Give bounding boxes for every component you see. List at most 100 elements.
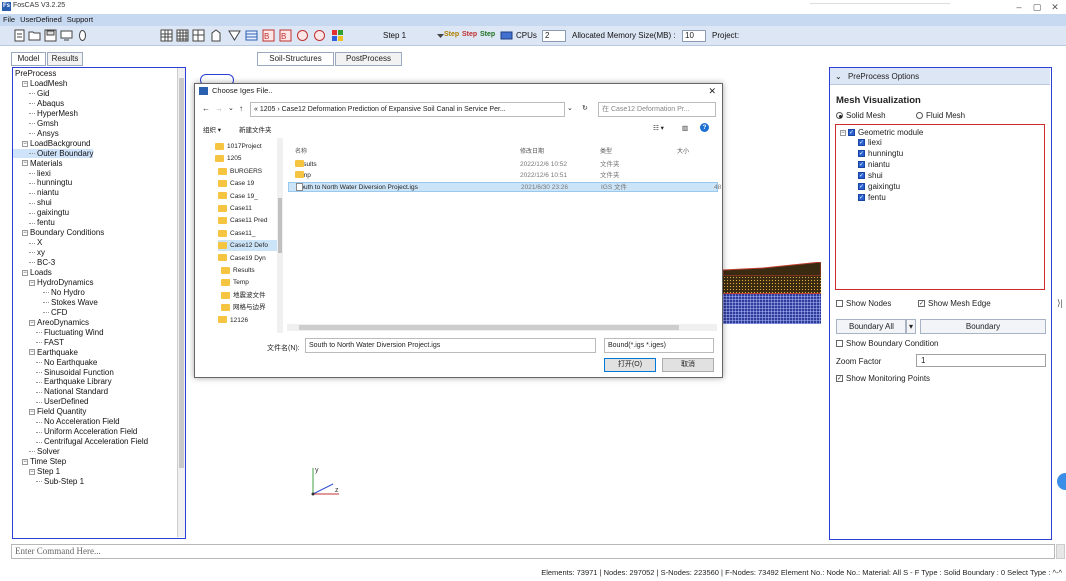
tree-item[interactable]: − Boundary Conditions xyxy=(13,228,104,237)
load-filter-icon[interactable] xyxy=(228,29,241,42)
save-icon[interactable] xyxy=(44,29,57,42)
tree-item[interactable]: − LoadMesh xyxy=(13,79,67,88)
tree-collapse-icon[interactable]: − xyxy=(22,140,28,147)
boundary-button[interactable]: Boundary xyxy=(920,319,1046,334)
show-boundary-condition-checkbox[interactable]: Show Boundary Condition xyxy=(836,339,939,348)
nav-folder-item[interactable]: Case11 xyxy=(218,203,281,214)
open-button[interactable]: 打开(O) xyxy=(604,358,656,372)
tree-item[interactable]: liexi xyxy=(13,169,51,178)
nav-folder-item[interactable]: 1017Project xyxy=(215,141,281,152)
step-button-1[interactable]: Step xyxy=(444,31,459,38)
load-2-icon[interactable] xyxy=(313,29,326,42)
side-assist-icon[interactable] xyxy=(1057,473,1066,490)
tree-item[interactable]: Centrifugal Acceleration Field xyxy=(13,437,148,446)
tab-postprocess[interactable]: PostProcess xyxy=(335,52,402,66)
load-icon[interactable] xyxy=(296,29,309,42)
geometric-material-item[interactable]: ✓ shui xyxy=(858,171,883,180)
solid-mesh-radio[interactable]: Solid Mesh xyxy=(836,111,886,120)
refresh-icon[interactable]: ↻ xyxy=(582,104,588,112)
checkbox-checked-icon[interactable]: ✓ xyxy=(858,194,865,202)
tree-item[interactable]: Gmsh xyxy=(13,119,58,128)
tree-collapse-icon[interactable]: − xyxy=(29,468,35,475)
tree-item[interactable]: Fluctuating Wind xyxy=(13,328,104,337)
tree-item[interactable]: niantu xyxy=(13,188,59,197)
geometric-material-item[interactable]: ✓ liexi xyxy=(858,138,882,147)
tree-collapse-icon[interactable]: − xyxy=(29,349,35,356)
up-arrow-icon[interactable]: ↑ xyxy=(239,104,243,113)
tree-item[interactable]: hunningtu xyxy=(13,178,72,187)
menu-support[interactable]: Support xyxy=(64,14,95,26)
tree-item[interactable]: National Standard xyxy=(13,387,108,396)
nav-folder-item[interactable]: Case 19 xyxy=(218,178,281,189)
boundary-condition-icon[interactable]: B xyxy=(262,29,275,42)
menu-file[interactable]: File xyxy=(0,14,17,26)
cancel-button[interactable]: 取消 xyxy=(662,358,714,372)
file-row[interactable]: Temp 2022/12/6 10:51 文件夹 xyxy=(288,171,718,181)
tree-item[interactable]: Earthquake Library xyxy=(13,377,112,386)
tree-item[interactable]: BC-3 xyxy=(13,258,55,267)
nav-folder-item[interactable]: BURGERS xyxy=(218,166,281,177)
tree-item[interactable]: Ansys xyxy=(13,129,59,138)
tree-item[interactable]: HyperMesh xyxy=(13,109,78,118)
tree-item[interactable]: Uniform Acceleration Field xyxy=(13,427,137,436)
file-list-hscrollbar-thumb[interactable] xyxy=(299,325,679,330)
show-monitoring-points-checkbox[interactable]: ✓ Show Monitoring Points xyxy=(836,374,930,383)
geometric-material-item[interactable]: ✓ niantu xyxy=(858,160,890,169)
tree-item[interactable]: Outer Boundary xyxy=(13,148,94,158)
tree-collapse-icon[interactable]: − xyxy=(22,230,28,237)
back-arrow-icon[interactable]: ← xyxy=(202,104,210,113)
tree-item[interactable]: No Earthquake xyxy=(13,358,97,367)
tree-item[interactable]: Sinusoidal Function xyxy=(13,368,114,377)
tree-item[interactable]: shui xyxy=(13,198,52,207)
collapse-chevron-icon[interactable]: ⌄ xyxy=(835,72,842,81)
checkbox-checked-icon[interactable]: ✓ xyxy=(858,183,865,191)
nav-folder-item[interactable]: Case19 Dyn xyxy=(218,253,281,264)
col-type-header[interactable]: 类型 xyxy=(600,146,612,155)
tree-collapse-icon[interactable]: − xyxy=(22,269,28,276)
boundary-all-dropdown-icon[interactable]: ▾ xyxy=(906,319,916,334)
nav-scrollbar[interactable] xyxy=(277,138,283,333)
tree-item[interactable]: Gid xyxy=(13,89,49,98)
open-folder-icon[interactable] xyxy=(28,29,41,42)
tab-soil-structures[interactable]: Soil-Structures xyxy=(257,52,334,66)
command-input[interactable]: Enter Command Here... xyxy=(11,544,1055,559)
path-dropdown-icon[interactable]: ⌄ xyxy=(567,104,573,112)
step-button-2[interactable]: Step xyxy=(462,31,477,38)
folder-search-input[interactable]: 在 Case12 Deformation Pr... xyxy=(598,102,716,117)
panel-header[interactable]: ⌄ PreProcess Options xyxy=(830,68,1050,85)
forward-arrow-icon[interactable]: → xyxy=(215,104,223,113)
run-cpu-icon[interactable] xyxy=(500,29,513,42)
new-file-icon[interactable] xyxy=(13,29,26,42)
tree-item[interactable]: UserDefined xyxy=(13,397,88,406)
tree-item[interactable]: Solver xyxy=(13,447,60,456)
tree-item[interactable]: FAST xyxy=(13,338,64,347)
nav-folder-item[interactable]: Case11_ xyxy=(218,228,281,239)
command-scroll[interactable] xyxy=(1056,544,1065,559)
nav-folder-item[interactable]: 12126 xyxy=(218,315,281,326)
file-row[interactable]: South to North Water Diversion Project.i… xyxy=(288,182,721,192)
filetype-select[interactable]: Bound(*.igs *.iges) xyxy=(604,338,714,353)
tree-item[interactable]: No Acceleration Field xyxy=(13,417,120,426)
tab-model[interactable]: Model xyxy=(11,52,46,66)
tree-collapse-icon[interactable]: − xyxy=(29,409,35,416)
col-size-header[interactable]: 大小 xyxy=(677,146,689,155)
checkbox-checked-icon[interactable]: ✓ xyxy=(858,172,865,180)
menu-userdefined[interactable]: UserDefined xyxy=(17,14,64,26)
help-icon[interactable]: ? xyxy=(700,123,709,132)
tree-scrollbar-thumb[interactable] xyxy=(179,78,184,468)
filename-input[interactable]: South to North Water Diversion Project.i… xyxy=(305,338,596,353)
show-nodes-checkbox[interactable]: Show Nodes xyxy=(836,299,891,308)
cpus-input[interactable]: 2 xyxy=(542,30,566,42)
geometric-module-node[interactable]: − ✓ Geometric module xyxy=(840,128,923,137)
monitor-icon[interactable] xyxy=(60,29,73,42)
tree-item[interactable]: No Hydro xyxy=(13,288,85,297)
building-icon[interactable] xyxy=(210,29,223,42)
file-row[interactable]: Results 2022/12/6 10:52 文件夹 xyxy=(288,160,718,170)
tree-item[interactable]: xy xyxy=(13,248,45,257)
tree-item[interactable]: CFD xyxy=(13,308,67,317)
tree-item[interactable]: Sub-Step 1 xyxy=(13,477,84,486)
tree-item[interactable]: X xyxy=(13,238,42,247)
tree-collapse-icon[interactable]: − xyxy=(29,319,35,326)
tree-item[interactable]: − LoadBackground xyxy=(13,139,91,148)
boundary-condition-2-icon[interactable]: B xyxy=(279,29,292,42)
